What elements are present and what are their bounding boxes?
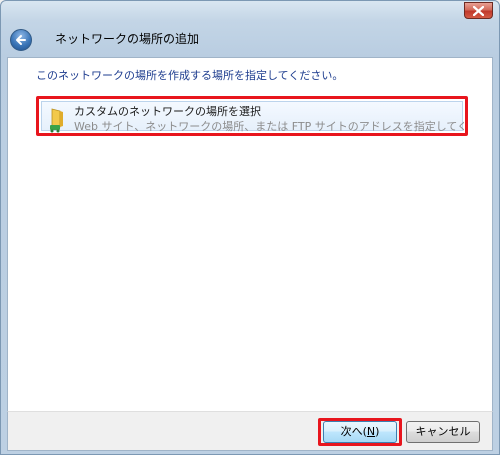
custom-location-option[interactable]: カスタムのネットワークの場所を選択 Web サイト、ネットワークの場所、または … (41, 101, 464, 133)
back-button[interactable] (10, 29, 32, 51)
cancel-button[interactable]: キャンセル (406, 421, 480, 443)
next-label-pre: 次へ( (340, 425, 367, 438)
option-title: カスタムのネットワークの場所を選択 (74, 105, 261, 118)
button-bar: 次へ(N) キャンセル (7, 411, 493, 451)
window-title: ネットワークの場所の追加 (55, 32, 200, 46)
back-arrow-icon (16, 35, 26, 45)
next-button[interactable]: 次へ(N) (323, 421, 397, 443)
highlight-frame-option: カスタムのネットワークの場所を選択 Web サイト、ネットワークの場所、または … (36, 96, 468, 136)
network-folder-icon (50, 108, 63, 133)
highlight-frame-next: 次へ(N) (318, 418, 402, 446)
next-label-post: ) (375, 425, 380, 438)
instruction-text: このネットワークの場所を作成する場所を指定してください。 (36, 69, 344, 82)
wizard-window: ネットワークの場所の追加 このネットワークの場所を作成する場所を指定してください… (0, 0, 500, 455)
content-panel: このネットワークの場所を作成する場所を指定してください。 カスタムのネットワーク… (7, 57, 493, 411)
close-button[interactable] (464, 2, 493, 19)
next-label-key: N (366, 425, 376, 438)
option-description: Web サイト、ネットワークの場所、または FTP サイトのアドレスを指定してく… (74, 120, 464, 133)
close-icon (473, 6, 484, 16)
